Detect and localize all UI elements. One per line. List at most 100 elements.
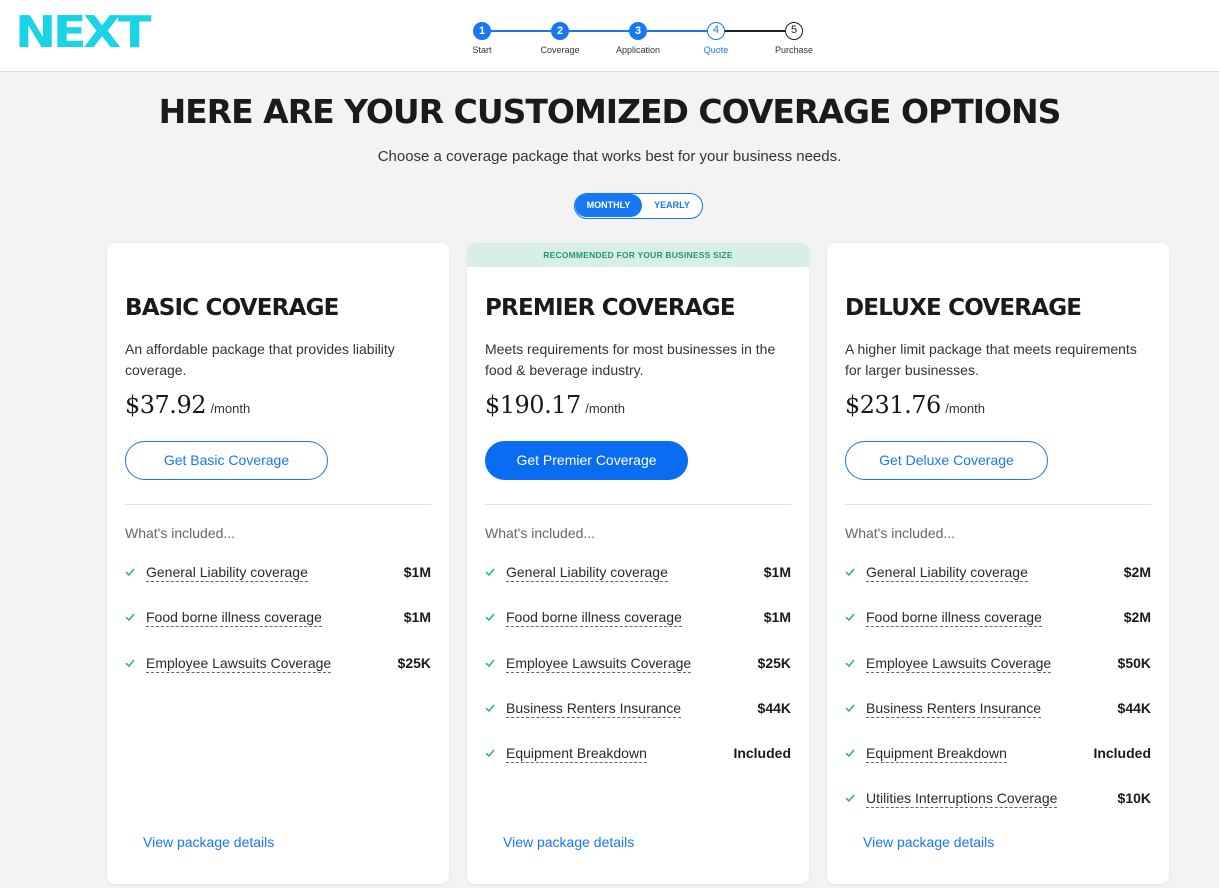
step-number: 2 bbox=[551, 22, 569, 40]
price-amount: $190.17 bbox=[485, 391, 581, 419]
view-package-details-link[interactable]: View package details bbox=[503, 834, 634, 850]
feature-row: General Liability coverage $2M bbox=[845, 564, 1151, 584]
next-logo[interactable]: NEXT bbox=[15, 9, 151, 57]
feature-name-link[interactable]: Business Renters Insurance bbox=[506, 700, 682, 718]
check-icon bbox=[845, 749, 855, 758]
step-number: 4 bbox=[707, 22, 725, 40]
step-label: Purchase bbox=[774, 45, 814, 55]
check-icon bbox=[845, 794, 855, 803]
divider bbox=[485, 504, 791, 505]
check-icon bbox=[845, 659, 855, 668]
page-title: HERE ARE YOUR CUSTOMIZED COVERAGE OPTION… bbox=[158, 92, 1062, 131]
divider bbox=[845, 504, 1151, 505]
plan-description: Meets requirements for most businesses i… bbox=[485, 341, 776, 378]
price-period: /month bbox=[210, 401, 251, 416]
plan-title: BASIC COVERAGE bbox=[125, 295, 339, 321]
feature-name-link[interactable]: Employee Lawsuits Coverage bbox=[146, 655, 332, 673]
step-label: Coverage bbox=[540, 45, 580, 55]
feature-value: Included bbox=[733, 745, 791, 761]
plan-price: $231.76 /month bbox=[845, 391, 985, 419]
toggle-yearly[interactable]: YEARLY bbox=[642, 194, 702, 217]
feature-value: $1M bbox=[763, 609, 791, 625]
feature-value: $25K bbox=[397, 655, 431, 671]
check-icon bbox=[125, 659, 135, 668]
feature-row: Utilities Interruptions Coverage $10K bbox=[845, 790, 1151, 810]
step-application[interactable]: 3 Application bbox=[598, 22, 678, 55]
included-heading: What's included... bbox=[125, 525, 236, 541]
plan-title: DELUXE COVERAGE bbox=[845, 295, 1082, 321]
feature-value: $44K bbox=[1117, 700, 1151, 716]
step-coverage[interactable]: 2 Coverage bbox=[520, 22, 600, 55]
plan-card-deluxe: DELUXE COVERAGE A higher limit package t… bbox=[827, 243, 1169, 884]
plan-description: A higher limit package that meets requir… bbox=[845, 341, 1137, 378]
price-period: /month bbox=[945, 401, 985, 416]
feature-name-link[interactable]: Employee Lawsuits Coverage bbox=[506, 655, 692, 673]
feature-value: $44K bbox=[757, 700, 791, 716]
feature-name-link[interactable]: Food borne illness coverage bbox=[866, 609, 1042, 627]
check-icon bbox=[485, 749, 495, 758]
feature-name-link[interactable]: Food borne illness coverage bbox=[506, 609, 682, 627]
recommended-badge: RECOMMENDED FOR YOUR BUSINESS SIZE bbox=[467, 243, 809, 267]
step-label: Application bbox=[615, 45, 661, 55]
feature-value: $1M bbox=[763, 564, 791, 580]
plan-price: $190.17 /month bbox=[485, 391, 625, 419]
feature-row: Food borne illness coverage $2M bbox=[845, 609, 1151, 629]
check-icon bbox=[845, 568, 855, 577]
feature-name-link[interactable]: General Liability coverage bbox=[146, 564, 308, 582]
step-quote: 4 Quote bbox=[676, 22, 756, 55]
check-icon bbox=[125, 613, 135, 622]
feature-value: $2M bbox=[1123, 609, 1151, 625]
feature-name-link[interactable]: Food borne illness coverage bbox=[146, 609, 322, 627]
feature-name-link[interactable]: General Liability coverage bbox=[506, 564, 668, 582]
view-package-details-link[interactable]: View package details bbox=[863, 834, 994, 850]
check-icon bbox=[485, 659, 495, 668]
feature-name-link[interactable]: Utilities Interruptions Coverage bbox=[866, 790, 1058, 808]
feature-name-link[interactable]: Employee Lawsuits Coverage bbox=[866, 655, 1052, 673]
feature-row: Business Renters Insurance $44K bbox=[845, 700, 1151, 720]
feature-value: $1M bbox=[403, 609, 431, 625]
feature-row: Employee Lawsuits Coverage $50K bbox=[845, 655, 1151, 675]
plan-card-basic: BASIC COVERAGE An affordable package tha… bbox=[107, 243, 449, 884]
feature-value: $2M bbox=[1123, 564, 1151, 580]
feature-row: Food borne illness coverage $1M bbox=[125, 609, 431, 629]
price-amount: $231.76 bbox=[845, 391, 941, 419]
feature-row: Equipment Breakdown Included bbox=[485, 745, 791, 765]
divider bbox=[125, 504, 431, 505]
check-icon bbox=[845, 613, 855, 622]
feature-row: Equipment Breakdown Included bbox=[845, 745, 1151, 765]
feature-value: $25K bbox=[757, 655, 791, 671]
feature-row: General Liability coverage $1M bbox=[125, 564, 431, 584]
feature-name-link[interactable]: Equipment Breakdown bbox=[866, 745, 1007, 763]
check-icon bbox=[845, 704, 855, 713]
view-package-details-link[interactable]: View package details bbox=[143, 834, 274, 850]
step-number: 1 bbox=[473, 22, 491, 40]
get-premier-coverage-button[interactable]: Get Premier Coverage bbox=[485, 441, 688, 480]
billing-period-toggle[interactable]: MONTHLY YEARLY bbox=[574, 193, 703, 219]
step-start[interactable]: 1 Start bbox=[442, 22, 522, 55]
check-icon bbox=[485, 704, 495, 713]
price-period: /month bbox=[585, 401, 625, 416]
get-deluxe-coverage-button[interactable]: Get Deluxe Coverage bbox=[845, 441, 1048, 480]
toggle-monthly[interactable]: MONTHLY bbox=[575, 194, 642, 217]
included-heading: What's included... bbox=[485, 525, 596, 541]
feature-value: $1M bbox=[403, 564, 431, 580]
feature-value: $10K bbox=[1117, 790, 1151, 806]
plan-price: $37.92 /month bbox=[125, 391, 250, 419]
feature-row: Food borne illness coverage $1M bbox=[485, 609, 791, 629]
price-amount: $37.92 bbox=[125, 391, 206, 419]
feature-name-link[interactable]: General Liability coverage bbox=[866, 564, 1028, 582]
step-label: Start bbox=[472, 45, 492, 55]
feature-name-link[interactable]: Equipment Breakdown bbox=[506, 745, 647, 763]
feature-row: Employee Lawsuits Coverage $25K bbox=[485, 655, 791, 675]
feature-value: $50K bbox=[1117, 655, 1151, 671]
step-label: Quote bbox=[703, 45, 729, 55]
top-header: NEXT 1 Start 2 Coverage 3 Application 4 … bbox=[0, 0, 1219, 72]
feature-row: General Liability coverage $1M bbox=[485, 564, 791, 584]
feature-row: Employee Lawsuits Coverage $25K bbox=[125, 655, 431, 675]
feature-value: Included bbox=[1093, 745, 1151, 761]
feature-name-link[interactable]: Business Renters Insurance bbox=[866, 700, 1042, 718]
plan-title: PREMIER COVERAGE bbox=[485, 295, 736, 321]
check-icon bbox=[485, 613, 495, 622]
step-number: 5 bbox=[785, 22, 803, 40]
get-basic-coverage-button[interactable]: Get Basic Coverage bbox=[125, 441, 328, 480]
